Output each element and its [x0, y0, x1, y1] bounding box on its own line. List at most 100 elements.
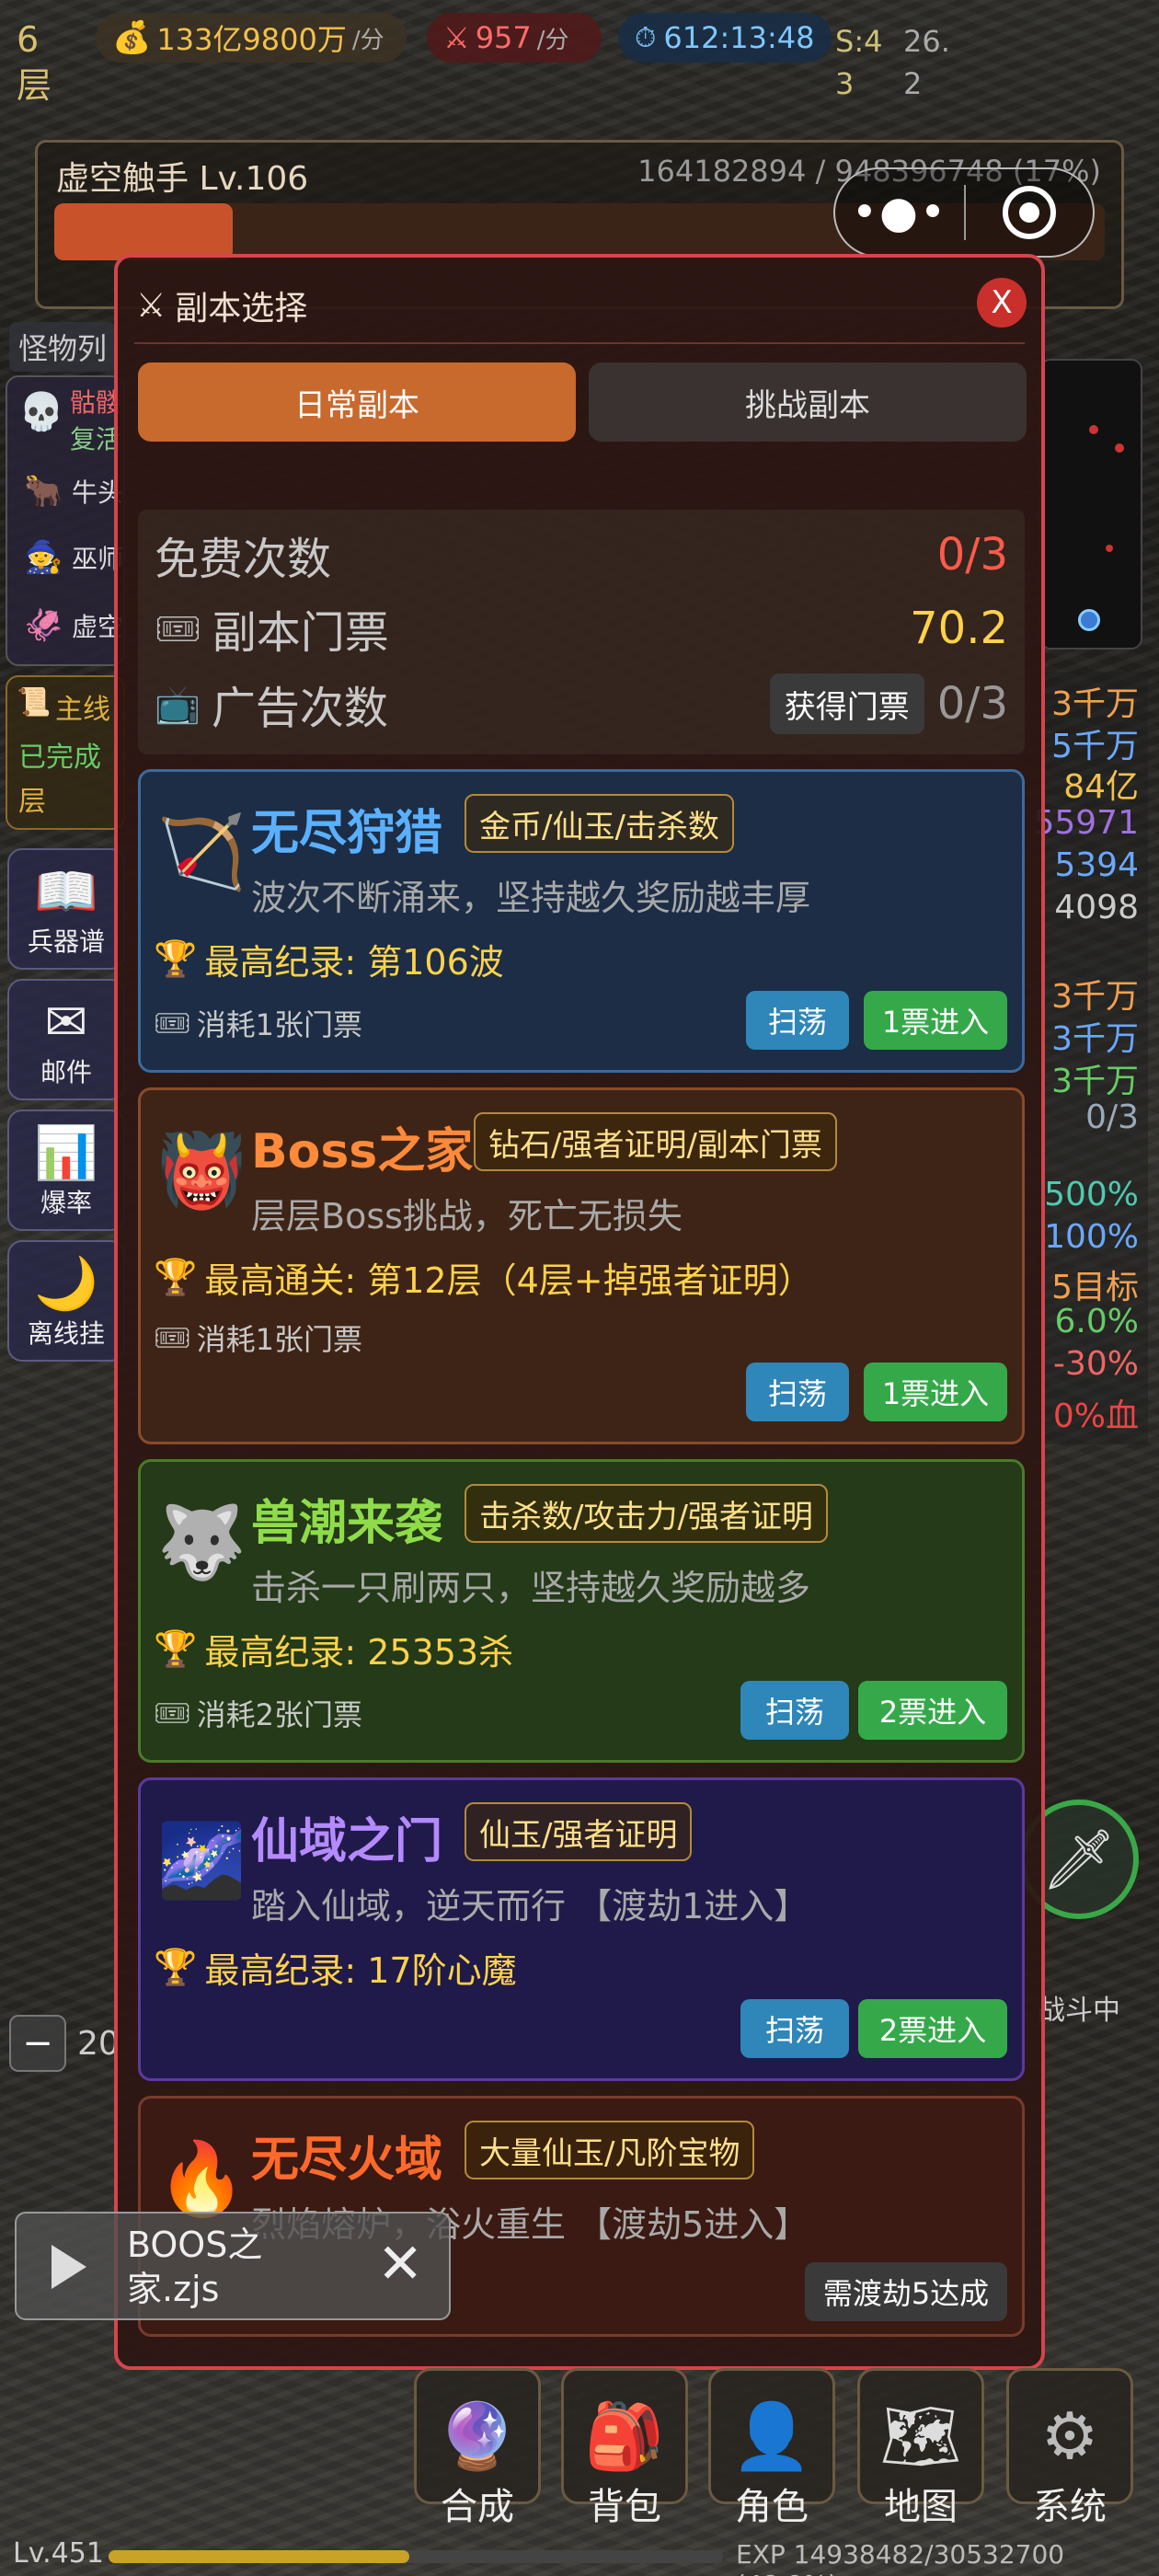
right-stat: 100% — [1044, 1218, 1139, 1256]
mail-button[interactable]: ✉ 邮件 — [7, 979, 125, 1100]
reward-tag: 击杀数/攻击力/强者证明 — [465, 1484, 828, 1543]
exp-fill — [109, 2550, 409, 2563]
sweep-button[interactable]: 扫荡 — [746, 991, 849, 1050]
money-bag-icon: 💰 — [112, 19, 152, 56]
nav-label: 角色 — [735, 2486, 809, 2528]
ticket-cost: 🎟 消耗1张门票 — [154, 1006, 362, 1042]
exp-text: EXP 14938482/30532700 (48.9%) — [736, 2539, 1065, 2576]
boss-hp-fill — [54, 203, 234, 260]
close-button[interactable]: X — [977, 278, 1027, 328]
enter-button[interactable]: 1票进入 — [864, 1363, 1007, 1421]
main-quest-panel[interactable]: 📜 主线 已完成 层 — [6, 675, 125, 830]
nav-label: 合成 — [441, 2486, 514, 2528]
dungeon-card-endless-hunt: 🏹 无尽狩猎 金币/仙玉/击杀数 波次不断涌来，坚持越久奖励越丰厚 🏆 最高纪录:… — [138, 769, 1025, 1073]
play-icon[interactable] — [52, 2245, 86, 2289]
right-stat: 3千万 — [1051, 1063, 1139, 1100]
minimap[interactable] — [1039, 359, 1142, 650]
sword-icon: 🗡 — [1041, 1825, 1117, 1894]
dungeon-title: 无尽火域 — [251, 2133, 443, 2188]
free-value: 0/3 — [936, 529, 1008, 581]
monster-list-title: 怪物列 — [9, 322, 117, 372]
dungeon-title: Boss之家 — [251, 1124, 474, 1179]
reward-tag: 金币/仙玉/击杀数 — [465, 794, 734, 853]
sweep-button[interactable]: 扫荡 — [740, 1999, 849, 2058]
monster-list: 💀 骷髅 复活 🐂 牛头 🧙 巫师 🦑 虚空 — [6, 375, 125, 666]
drop-rate-button[interactable]: 📊 爆率 — [7, 1110, 125, 1231]
enter-button[interactable]: 2票进入 — [858, 1999, 1007, 2058]
music-player[interactable]: BOOS之家.zjs ✕ — [15, 2212, 451, 2320]
right-stat: 84亿 — [1063, 768, 1139, 806]
weapon-codex-button[interactable]: 📖 兵器谱 — [7, 848, 125, 970]
ticket-info-panel: 免费次数 0/3 🎟 副本门票 70.2 📺 广告次数 获得门票 0/3 — [138, 510, 1025, 754]
dungeon-record: 🏆 最高纪录: 17阶心魔 — [154, 1947, 517, 1991]
stat-v: 26. 2 — [903, 24, 950, 101]
right-stat: 0/3 — [1085, 1098, 1139, 1136]
minus-button[interactable]: − — [9, 2015, 66, 2072]
ticket-cost: 🎟 消耗1张门票 — [154, 1320, 362, 1357]
gear-icon: ⚙ — [1040, 2398, 1099, 2474]
ticket-icon: 🎟 — [154, 1006, 191, 1041]
right-stat: 55971 — [1033, 804, 1139, 842]
right-stat: 5目标 — [1051, 1269, 1139, 1306]
ticket-icon: 🎟 — [154, 1696, 191, 1731]
stat-s: S:4 3 — [835, 24, 883, 101]
reward-tag: 钻石/强者证明/副本门票 — [474, 1112, 837, 1171]
ticket-label: 副本门票 — [212, 607, 389, 659]
miniprogram-capsule: •●• — [833, 167, 1095, 258]
nav-label: 地图 — [884, 2486, 958, 2528]
enter-button[interactable]: 1票进入 — [864, 991, 1007, 1050]
exp-track — [109, 2550, 723, 2563]
reward-tag: 仙玉/强者证明 — [465, 1802, 693, 1861]
dungeon-title: 无尽狩猎 — [251, 806, 443, 861]
sweep-button[interactable]: 扫荡 — [740, 1681, 849, 1740]
dungeon-card-immortal-gate: 🌌 仙域之门 仙玉/强者证明 踏入仙域，逆天而行 【渡劫1进入】 🏆 最高纪录: … — [138, 1777, 1025, 2081]
offline-button[interactable]: 🌙 离线挂 — [7, 1240, 125, 1362]
ad-value: 0/3 — [936, 678, 1008, 730]
person-icon: 👤 — [731, 2398, 812, 2474]
fire-icon: 🔥 — [156, 2137, 247, 2221]
envelope-icon: ✉ — [44, 993, 88, 1052]
crystal-ball-icon: 🔮 — [437, 2398, 518, 2474]
music-filename: BOOS之家.zjs — [127, 2225, 263, 2309]
bar-chart-icon: 📊 — [34, 1123, 98, 1183]
stopwatch-icon: ⏱ — [635, 21, 657, 54]
crossed-swords-icon: ⚔ — [136, 286, 166, 325]
oni-mask-icon: 👹 — [156, 1129, 247, 1213]
dungeon-desc: 波次不断涌来，坚持越久奖励越丰厚 — [251, 878, 811, 918]
close-target-icon[interactable] — [966, 186, 1093, 239]
trophy-icon: 🏆 — [154, 1257, 198, 1297]
ticket-cost: 🎟 消耗2张门票 — [154, 1696, 362, 1732]
nav-label: 系统 — [1033, 2486, 1107, 2528]
battle-status: 战斗中 — [1038, 1995, 1120, 2027]
locked-button[interactable]: 需渡劫5达成 — [805, 2262, 1007, 2321]
ticket-value: 70.2 — [910, 603, 1008, 654]
sweep-button[interactable]: 扫荡 — [746, 1363, 849, 1421]
enter-button[interactable]: 2票进入 — [858, 1681, 1007, 1740]
scroll-icon: 📜 — [17, 686, 52, 719]
right-stat: 0%血 — [1052, 1397, 1139, 1435]
ad-label: 广告次数 — [211, 683, 388, 734]
right-stat: 5394 — [1054, 846, 1139, 884]
tv-icon: 📺 — [155, 683, 201, 726]
close-icon[interactable]: ✕ — [377, 2232, 423, 2296]
right-stat: 3千万 — [1051, 685, 1139, 723]
right-stat: 4098 — [1054, 889, 1139, 926]
get-ticket-button[interactable]: 获得门票 — [769, 673, 924, 734]
dialog-title: ⚔ 副本选择 — [136, 286, 308, 328]
wolf-icon: 🐺 — [156, 1501, 247, 1584]
crossed-swords-icon: ⚔ — [443, 20, 470, 55]
ox-icon: 🐂 — [24, 473, 63, 510]
tab-challenge-dungeon[interactable]: 挑战副本 — [589, 362, 1027, 442]
trophy-icon: 🏆 — [154, 1628, 198, 1669]
reward-tag: 大量仙玉/凡阶宝物 — [465, 2121, 755, 2179]
dungeon-card-beast-tide: 🐺 兽潮来袭 击杀数/攻击力/强者证明 击杀一只刷两只，坚持越久奖励越多 🏆 最高… — [138, 1459, 1025, 1763]
right-stat: 3千万 — [1051, 1020, 1139, 1058]
dungeon-select-dialog: ⚔ 副本选择 X 日常副本 挑战副本 免费次数 0/3 🎟 副本门票 70.2 📺 广告次… — [114, 254, 1045, 2370]
dungeon-desc: 击杀一只刷两只，坚持越久奖励越多 — [251, 1568, 811, 1608]
tab-daily-dungeon[interactable]: 日常副本 — [138, 362, 576, 442]
more-menu-icon[interactable]: •●• — [835, 187, 964, 238]
ticket-icon: 🎟 — [155, 607, 201, 650]
galaxy-icon: 🌌 — [156, 1819, 247, 1903]
counter-control: − 20 — [9, 2015, 120, 2072]
floor-indicator: 6层 — [17, 19, 52, 106]
